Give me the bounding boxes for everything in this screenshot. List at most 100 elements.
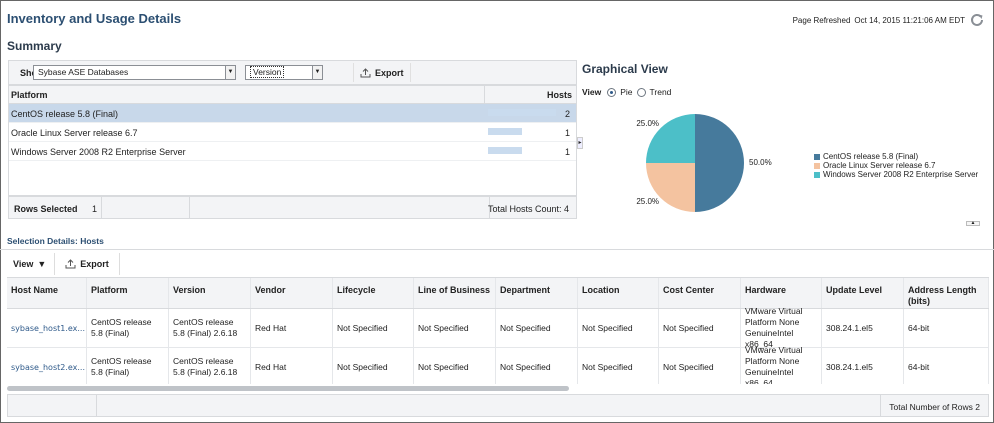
- column-label: Address Length (bits): [908, 285, 977, 306]
- show-select[interactable]: Sybase ASE Databases ▼: [33, 65, 236, 80]
- cell-value: 308.24.1.el5: [826, 322, 873, 333]
- horizontal-scrollbar[interactable]: [7, 386, 569, 391]
- table-row[interactable]: sybase_host2.ex... CentOS release 5.8 (Fi…: [7, 345, 989, 384]
- total-rows-count: Total Number of Rows 2: [889, 402, 980, 412]
- column-update-level[interactable]: Update Level: [822, 278, 904, 308]
- pie-label-windows-server: 25.0%: [636, 119, 660, 129]
- column-label: Department: [500, 285, 551, 295]
- column-label: Line of Business: [418, 285, 491, 295]
- export-label: Export: [375, 67, 404, 78]
- pie-slice-centos[interactable]: [695, 114, 744, 212]
- cell-line-of-business: Not Specified: [414, 348, 496, 384]
- hosts-export-button[interactable]: Export: [55, 253, 120, 275]
- column-label: Platform: [91, 285, 128, 295]
- cell-value: CentOS release 5.8 (Final): [91, 356, 152, 377]
- cell-value: 64-bit: [908, 361, 930, 372]
- chevron-down-icon: ▼: [312, 66, 322, 79]
- cell-value: CentOS release 5.8 (Final) 2.6.18: [173, 356, 238, 377]
- cell-host-name[interactable]: sybase_host1.ex...: [7, 309, 87, 347]
- column-host-name[interactable]: Host Name: [7, 278, 87, 308]
- column-address-length[interactable]: Address Length (bits): [904, 278, 989, 308]
- graphical-view-title: Graphical View: [582, 62, 668, 76]
- cell-version: CentOS release 5.8 (Final) 2.6.18: [169, 348, 251, 384]
- cell-value: VMware Virtual Platform None GenuineInte…: [745, 306, 803, 349]
- trend-radio[interactable]: [636, 87, 646, 97]
- rows-selected-bar: Rows Selected 1 Total Hosts Count: 4: [8, 196, 577, 219]
- cell-hardware: VMware Virtual Platform None GenuineInte…: [741, 345, 822, 384]
- export-icon: [360, 67, 371, 77]
- column-cost-center[interactable]: Cost Center: [659, 278, 741, 308]
- cell-value: 64-bit: [908, 322, 930, 333]
- hosts-count: 1: [564, 128, 570, 138]
- table-row[interactable]: Windows Server 2008 R2 Enterprise Server…: [9, 142, 576, 161]
- refresh-label: Page Refreshed: [792, 15, 851, 25]
- cell-value: Not Specified: [663, 322, 714, 333]
- cell-lifecycle: Not Specified: [333, 309, 414, 347]
- hosts-bar: [488, 128, 522, 135]
- view-menu-button[interactable]: View ▼: [7, 253, 56, 275]
- total-hosts-count: Total Hosts Count: 4: [487, 204, 569, 214]
- cell-value: Not Specified: [500, 322, 551, 333]
- cell-lifecycle: Not Specified: [333, 348, 414, 384]
- column-location[interactable]: Location: [578, 278, 659, 308]
- column-label: Location: [582, 285, 620, 295]
- column-label: Lifecycle: [337, 285, 376, 295]
- hosts-table: Host Name Platform Version Vendor Lifecycle L…: [7, 277, 989, 384]
- rows-selected-value: 1: [92, 204, 98, 214]
- column-line-of-business[interactable]: Line of Business: [414, 278, 496, 308]
- column-label: Version: [173, 285, 206, 295]
- summary-export-button[interactable]: Export: [353, 63, 411, 82]
- table-row[interactable]: Oracle Linux Server release 6.7 1: [9, 123, 576, 142]
- column-lifecycle[interactable]: Lifecycle: [333, 278, 414, 308]
- cell-address-length: 64-bit: [904, 309, 989, 347]
- column-label: Vendor: [255, 285, 286, 295]
- pie-radio[interactable]: [607, 87, 617, 97]
- panel-splitter-handle[interactable]: ▸: [577, 137, 583, 149]
- cell-value: Not Specified: [418, 322, 469, 333]
- page-title: Inventory and Usage Details: [7, 11, 182, 26]
- column-hosts[interactable]: Hosts: [547, 90, 572, 100]
- pie-label-oracle-linux: 25.0%: [636, 196, 660, 206]
- view-label: View: [582, 87, 602, 97]
- divider: [0, 249, 994, 250]
- column-platform[interactable]: Platform: [11, 90, 48, 100]
- platform-table-header: Platform Hosts: [9, 86, 576, 104]
- legend-swatch: [814, 171, 820, 178]
- show-select-value: Sybase ASE Databases: [38, 67, 129, 77]
- cell-location: Not Specified: [578, 348, 659, 384]
- pie-label-centos: 50.0%: [749, 158, 772, 167]
- legend-item-oracle-linux: Oracle Linux Server release 6.7: [814, 161, 978, 170]
- cell-value: Not Specified: [500, 361, 551, 372]
- column-department[interactable]: Department: [496, 278, 578, 308]
- chevron-down-icon: ▼: [225, 66, 235, 79]
- pie-label: Pie: [620, 87, 633, 97]
- table-row[interactable]: sybase_host1.ex... CentOS release 5.8 (Fi…: [7, 306, 989, 349]
- column-label: Hardware: [745, 285, 787, 295]
- group-by-select[interactable]: Version ▼: [245, 65, 323, 80]
- hosts-table-header: Host Name Platform Version Vendor Lifecycle L…: [7, 278, 989, 309]
- platform-name: Oracle Linux Server release 6.7: [11, 128, 138, 138]
- collapse-button[interactable]: ▲: [966, 221, 980, 226]
- cell-department: Not Specified: [496, 348, 578, 384]
- legend-label: Oracle Linux Server release 6.7: [823, 161, 936, 170]
- legend-item-centos: CentOS release 5.8 (Final): [814, 152, 978, 161]
- legend-swatch: [814, 153, 820, 160]
- cell-update-level: 308.24.1.el5: [822, 309, 904, 347]
- cell-value: Not Specified: [582, 361, 633, 372]
- summary-toolbar: Show Sybase ASE Databases ▼ Version ▼ Ex…: [8, 60, 577, 85]
- column-label: Cost Center: [663, 285, 715, 295]
- refresh-icon[interactable]: [969, 12, 985, 28]
- cell-value: Not Specified: [418, 361, 469, 372]
- cell-host-name[interactable]: sybase_host2.ex...: [7, 348, 87, 384]
- hosts-table-footer: Total Number of Rows 2: [7, 394, 989, 417]
- column-platform[interactable]: Platform: [87, 278, 169, 308]
- column-version[interactable]: Version: [169, 278, 251, 308]
- column-hardware[interactable]: Hardware: [741, 278, 822, 308]
- column-label: Update Level: [826, 285, 883, 295]
- column-label: Host Name: [11, 285, 59, 295]
- cell-value: Not Specified: [582, 322, 633, 333]
- column-vendor[interactable]: Vendor: [251, 278, 333, 308]
- table-row[interactable]: CentOS release 5.8 (Final) 2: [9, 104, 576, 123]
- cell-department: Not Specified: [496, 309, 578, 347]
- cell-value: sybase_host1.ex...: [11, 323, 86, 333]
